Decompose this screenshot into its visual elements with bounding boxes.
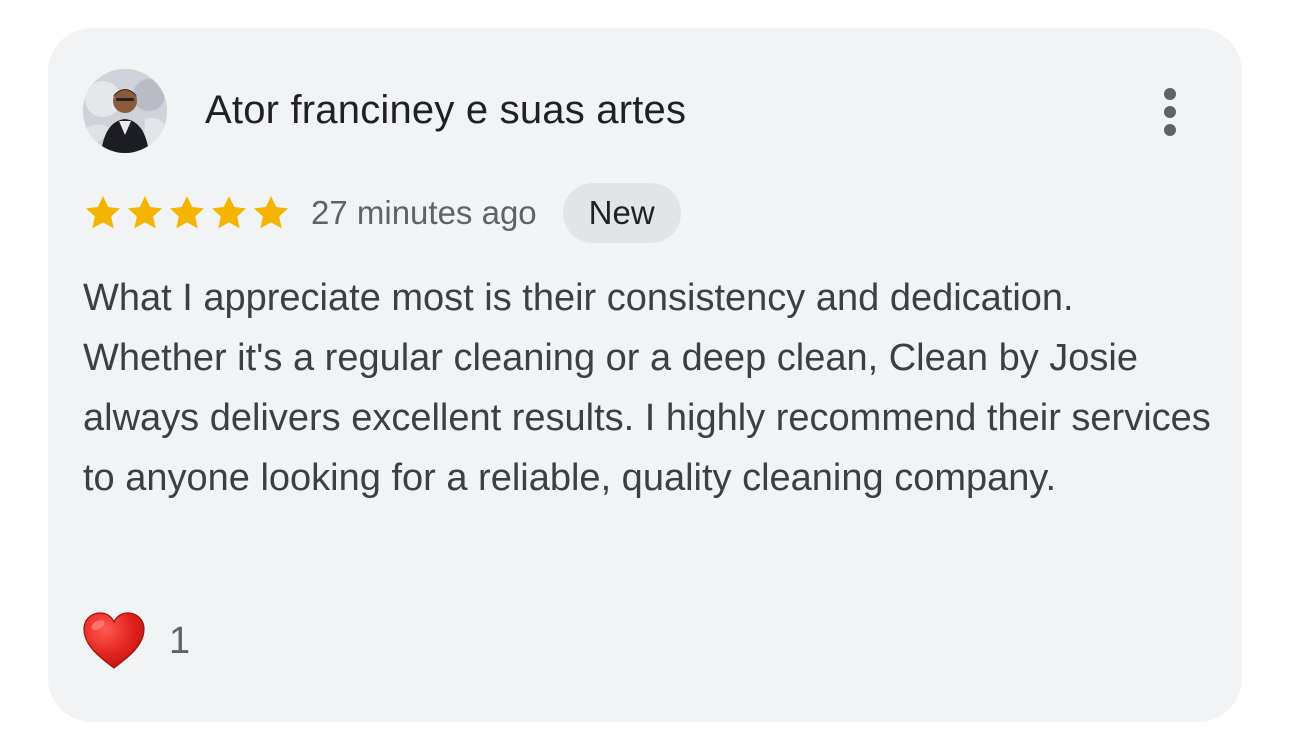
star-rating — [83, 193, 291, 233]
new-badge: New — [562, 183, 681, 243]
more-vert-icon — [1164, 88, 1176, 100]
avatar[interactable] — [83, 69, 167, 153]
star-icon — [170, 196, 204, 229]
more-options-button[interactable] — [1148, 82, 1192, 142]
star-icon — [254, 196, 288, 229]
heart-icon[interactable] — [81, 610, 147, 672]
star-icon — [86, 196, 120, 229]
reactions-row: 1 — [81, 606, 190, 676]
star-icon — [128, 196, 162, 229]
review-text: What I appreciate most is their consiste… — [83, 277, 1211, 499]
star-icon — [212, 196, 246, 229]
review-timestamp: 27 minutes ago — [311, 194, 537, 231]
author-name[interactable]: Ator franciney e suas artes — [205, 86, 686, 134]
profile-photo — [83, 69, 167, 153]
more-vert-icon — [1164, 124, 1176, 136]
review-card: Ator franciney e suas artes 27 minutes a… — [48, 28, 1242, 722]
reaction-count: 1 — [169, 619, 191, 662]
review-meta: 27 minutes ago New — [83, 183, 681, 243]
more-vert-icon — [1164, 106, 1176, 118]
